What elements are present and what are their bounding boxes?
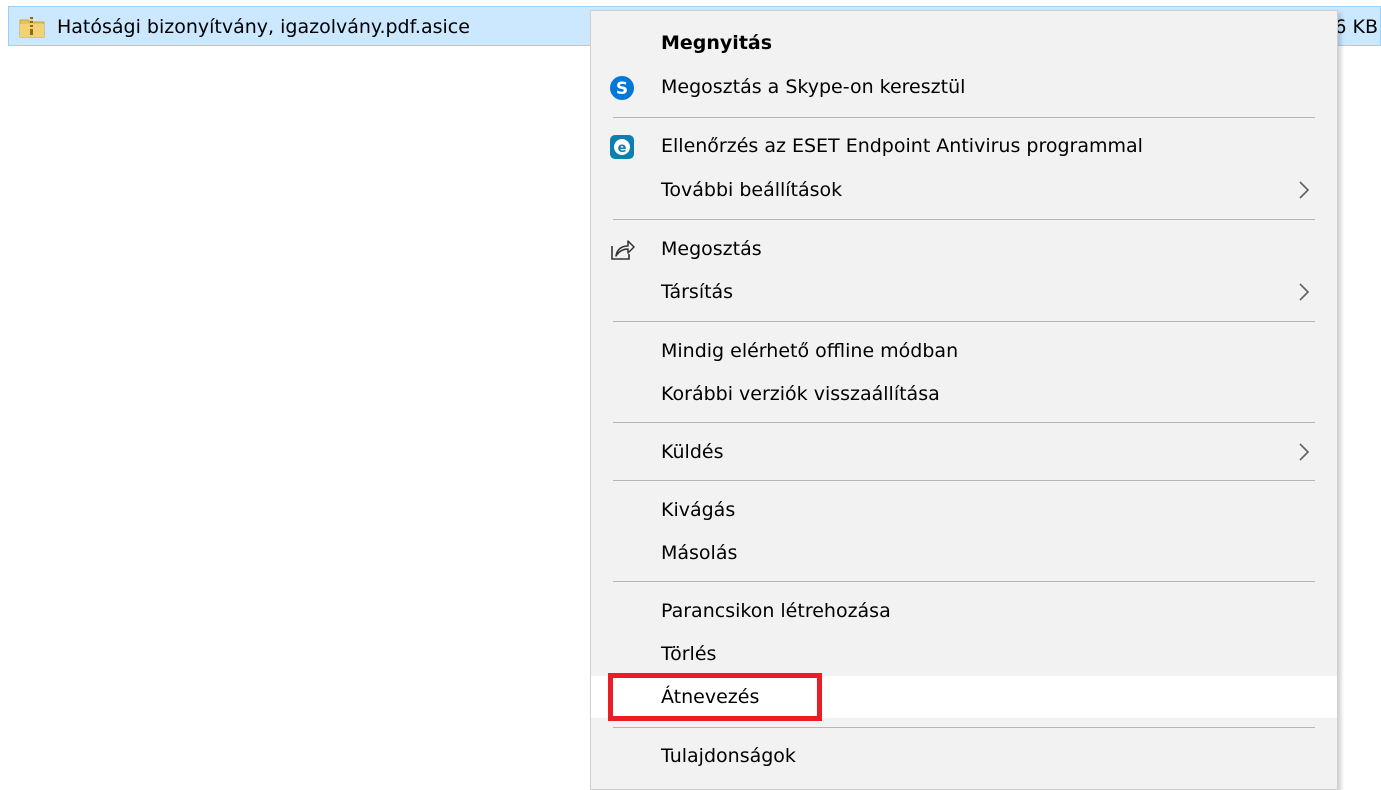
rename-highlight-box [608,673,822,721]
menu-separator [613,727,1315,728]
svg-text:S: S [616,79,628,99]
menu-separator [613,219,1315,220]
menu-item-cut-label: Kivágás [661,499,736,521]
menu-item-send-to-label: Küldés [661,441,724,463]
menu-item-restore-versions[interactable]: Korábbi verziók visszaállítása [591,373,1337,415]
svg-text:e: e [618,141,627,156]
file-name: Hatósági bizonyítvány, igazolvány.pdf.as… [57,16,470,38]
menu-item-create-shortcut-label: Parancsikon létrehozása [661,600,891,622]
menu-item-open[interactable]: Megnyitás [591,22,1337,64]
menu-item-open-with-label: Társítás [661,281,734,303]
menu-item-share-skype-label: Megosztás a Skype-on keresztül [661,76,966,98]
menu-item-cut[interactable]: Kivágás [591,489,1337,531]
menu-item-copy-label: Másolás [661,542,738,564]
menu-separator [613,321,1315,322]
menu-item-more-settings-label: További beállítások [661,179,843,201]
menu-item-restore-versions-label: Korábbi verziók visszaállítása [661,383,940,405]
menu-separator [613,480,1315,481]
menu-item-offline-label: Mindig elérhető offline módban [661,340,959,362]
menu-item-share-skype[interactable]: S Megosztás a Skype-on keresztül [591,66,1337,108]
chevron-right-icon [1299,283,1310,301]
menu-separator [613,422,1315,423]
menu-item-properties-label: Tulajdonságok [661,745,796,767]
menu-item-share[interactable]: Megosztás [591,228,1337,270]
menu-item-send-to[interactable]: Küldés [591,431,1337,473]
menu-item-delete-label: Törlés [661,643,717,665]
menu-separator [613,117,1315,118]
menu-item-delete[interactable]: Törlés [591,633,1337,675]
zip-folder-icon [19,17,45,38]
menu-item-open-with[interactable]: Társítás [591,271,1337,313]
share-icon [611,240,635,260]
menu-item-open-label: Megnyitás [661,32,773,54]
menu-item-more-settings[interactable]: További beállítások [591,169,1337,211]
chevron-right-icon [1299,443,1310,461]
skype-icon: S [610,76,634,100]
menu-item-eset-scan-label: Ellenőrzés az ESET Endpoint Antivirus pr… [661,135,1143,157]
menu-item-copy[interactable]: Másolás [591,532,1337,574]
menu-separator [613,581,1315,582]
menu-item-properties[interactable]: Tulajdonságok [591,735,1337,777]
chevron-right-icon [1299,181,1310,199]
menu-item-share-label: Megosztás [661,238,762,260]
eset-icon: e [610,135,634,159]
menu-item-offline[interactable]: Mindig elérhető offline módban [591,330,1337,372]
menu-item-eset-scan[interactable]: e Ellenőrzés az ESET Endpoint Antivirus … [591,125,1337,167]
file-size: 6 KB [1334,16,1378,38]
menu-item-create-shortcut[interactable]: Parancsikon létrehozása [591,590,1337,632]
